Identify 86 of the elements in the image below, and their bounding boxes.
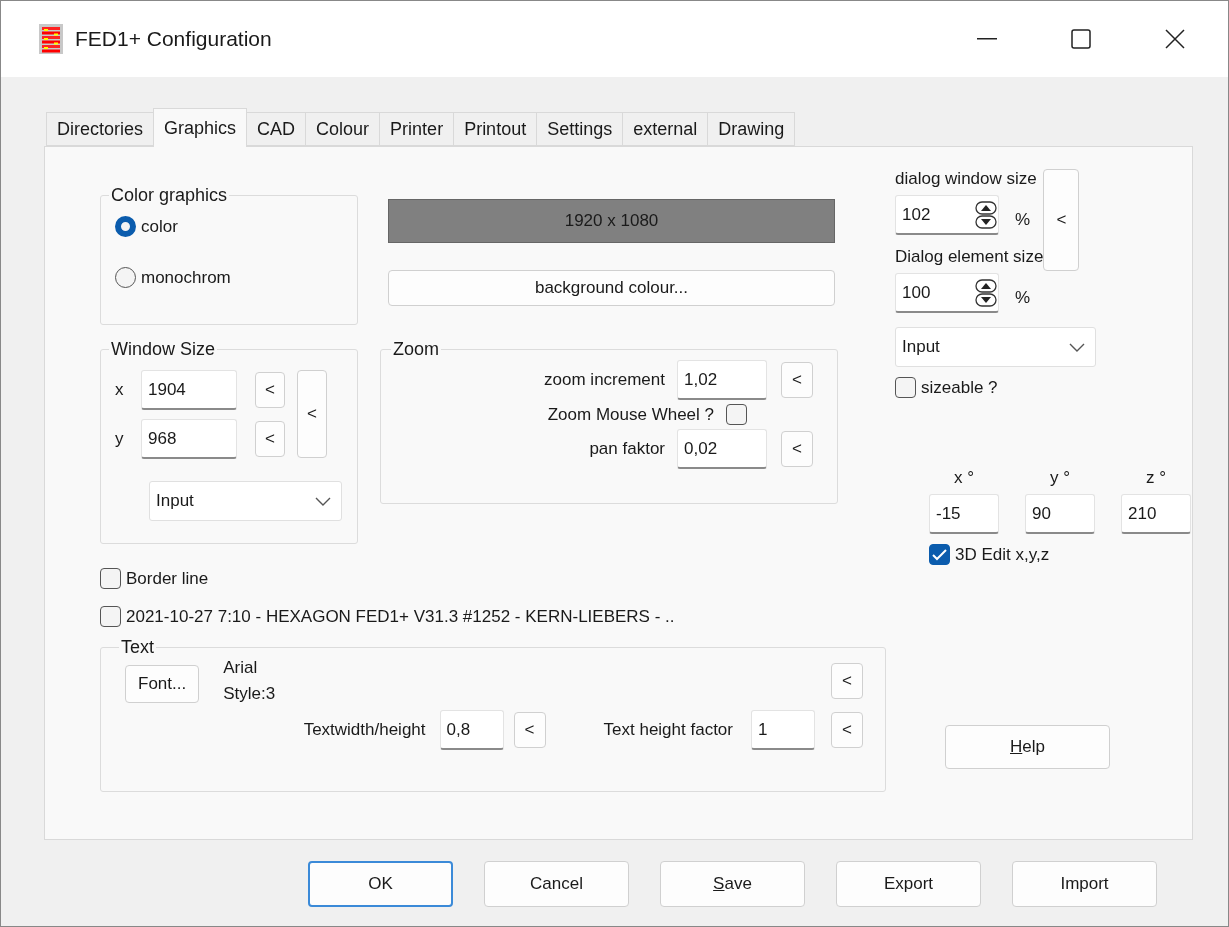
tab[interactable]: external [622, 112, 709, 146]
input-field[interactable]: 0,02 [677, 429, 767, 469]
reset-button[interactable]: < [297, 370, 327, 458]
close-icon[interactable] [1165, 29, 1185, 49]
unit-label: % [1015, 288, 1031, 308]
mode-dropdown[interactable]: Input [895, 327, 1096, 367]
field-label: y ° [1050, 468, 1070, 488]
input-field[interactable]: -15 [929, 494, 999, 534]
field-label: zoom increment [544, 370, 665, 390]
window-title: FED1+ Configuration [75, 27, 273, 51]
tab[interactable]: Settings [536, 112, 624, 146]
checkbox[interactable] [100, 606, 121, 627]
reset-button[interactable]: < [255, 421, 285, 457]
reset-button[interactable]: < [781, 431, 813, 467]
checkbox[interactable] [726, 404, 747, 425]
reset-button[interactable]: < [831, 712, 863, 748]
dialog-button[interactable]: OK [308, 861, 453, 907]
radio-label: monochrom [141, 267, 231, 288]
help-button[interactable]: Help [945, 725, 1110, 769]
spinner-arrows-icon[interactable] [974, 277, 998, 308]
tab[interactable]: Directories [46, 112, 155, 146]
checkbox[interactable] [929, 544, 950, 565]
input-field[interactable]: 0,8 [439, 710, 504, 750]
radio-button[interactable] [115, 216, 136, 237]
background-colour-button[interactable]: background colour... [388, 270, 835, 306]
dialog-button[interactable]: Save [660, 861, 805, 907]
checkbox[interactable] [895, 377, 916, 398]
tab[interactable]: Graphics [153, 108, 248, 147]
input-field[interactable]: 1,02 [677, 360, 767, 400]
app-icon [39, 24, 63, 54]
font-style: Style:3 [223, 684, 277, 704]
maximize-icon[interactable] [1071, 29, 1091, 49]
input-field[interactable]: 1 [751, 710, 815, 750]
unit-label: % [1015, 210, 1031, 230]
tab[interactable]: CAD [246, 112, 307, 146]
reset-button[interactable]: < [1043, 169, 1080, 271]
field-label: y [115, 429, 125, 449]
field-label: x [115, 380, 125, 400]
spinner-value: 102 [902, 204, 931, 225]
checkbox-label: sizeable ? [921, 377, 998, 398]
field-label: Dialog element size [895, 247, 1044, 267]
radio-label: color [141, 216, 178, 237]
input-field[interactable]: 1904 [141, 370, 237, 410]
group-title: Zoom [392, 339, 440, 360]
chevron-down-icon [315, 496, 331, 506]
radio-button[interactable] [115, 267, 136, 288]
reset-button[interactable]: < [831, 663, 863, 699]
input-field[interactable]: 210 [1121, 494, 1191, 534]
spinner-arrows-icon[interactable] [974, 199, 998, 230]
group-title: Color graphics [110, 185, 229, 206]
checkbox-label: 3D Edit x,y,z [955, 544, 1050, 565]
field-label: Textwidth/height [303, 720, 426, 740]
group-title: Window Size [110, 339, 217, 360]
resolution-text: 1920 x 1080 [564, 211, 659, 231]
minimize-icon[interactable] [977, 38, 997, 40]
reset-button[interactable]: < [781, 362, 813, 398]
reset-button[interactable]: < [255, 372, 285, 408]
input-field[interactable]: 90 [1025, 494, 1095, 534]
mode-dropdown[interactable]: Input [149, 481, 342, 521]
tab[interactable]: Colour [305, 112, 381, 146]
spinner-field[interactable]: 100 [895, 273, 999, 313]
font-button[interactable]: Font... [125, 665, 200, 703]
chevron-down-icon [1069, 342, 1085, 352]
field-label: Text height factor [603, 720, 733, 740]
dropdown-value: Input [156, 491, 194, 511]
group-title: Text [120, 637, 155, 658]
tab[interactable]: Drawing [707, 112, 796, 146]
field-label: x ° [954, 468, 974, 488]
tab[interactable]: Printout [453, 112, 538, 146]
input-field[interactable]: 968 [141, 419, 237, 459]
spinner-value: 100 [902, 282, 931, 303]
dropdown-value: Input [902, 337, 940, 357]
field-label: Zoom Mouse Wheel ? [547, 404, 714, 425]
field-label: pan faktor [589, 439, 665, 459]
dialog-button[interactable]: Import [1012, 861, 1157, 907]
checkbox-label: Border line [126, 568, 209, 589]
font-name: Arial [223, 658, 259, 678]
field-label: z ° [1146, 468, 1166, 488]
reset-button[interactable]: < [513, 712, 546, 748]
tab[interactable]: Printer [379, 112, 455, 146]
dialog-button[interactable]: Export [836, 861, 981, 907]
spinner-field[interactable]: 102 [895, 195, 999, 235]
dialog-button[interactable]: Cancel [484, 861, 629, 907]
checkbox-label: 2021-10-27 7:10 - HEXAGON FED1+ V31.3 #1252 - KERN-LIEBERS - .. [126, 606, 675, 627]
field-label: dialog window size [895, 169, 1038, 189]
checkbox[interactable] [100, 568, 121, 589]
